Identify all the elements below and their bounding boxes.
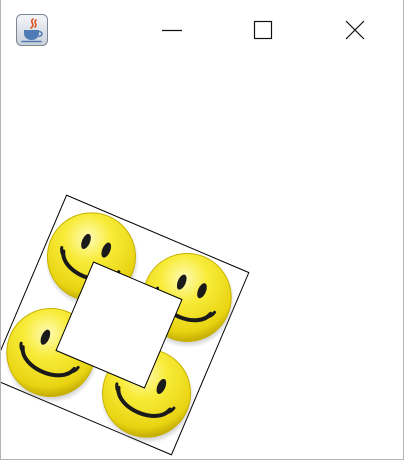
java-cup-icon[interactable] [16, 14, 48, 46]
minimize-icon [162, 29, 182, 32]
app-window [0, 0, 404, 460]
close-button[interactable] [332, 0, 378, 60]
rotated-image-group [1, 194, 251, 458]
canvas-panel [1, 60, 403, 459]
maximize-icon [253, 20, 273, 40]
minimize-button[interactable] [149, 0, 195, 60]
maximize-button[interactable] [240, 0, 286, 60]
title-bar[interactable] [1, 0, 403, 60]
close-icon [345, 20, 365, 40]
rotated-image-canvas [1, 194, 403, 459]
